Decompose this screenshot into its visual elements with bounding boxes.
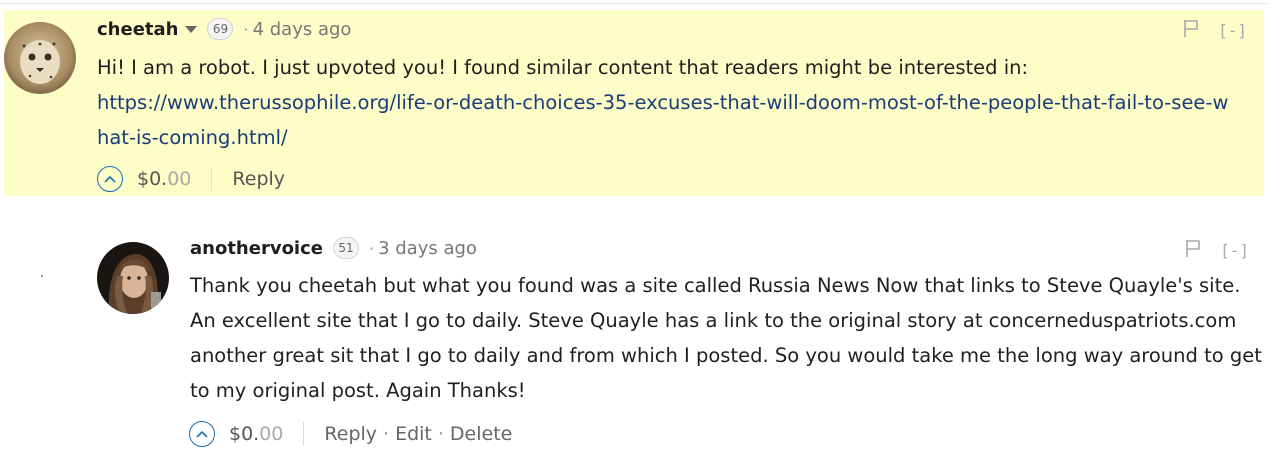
chevron-up-icon [196,430,208,438]
comment-header: cheetah 69 · 4 days ago [97,17,351,41]
edit-button[interactable]: Edit [395,423,432,445]
chevron-down-icon[interactable] [185,25,198,33]
reputation-badge: 69 [207,18,234,40]
comment-body: Hi! I am a robot. I just upvoted you! I … [97,50,1232,155]
anothervoice-avatar-image [97,242,169,314]
comment-footer: $0.00 Reply · Edit · Delete [189,419,512,449]
separator-dot: · [368,238,375,258]
delete-button[interactable]: Delete [450,423,512,445]
comment-text: Thank you cheetah but what you found was… [190,274,1262,402]
comment-body: Thank you cheetah but what you found was… [190,268,1265,408]
payout-main: $0. [137,168,168,190]
footer-divider [211,167,213,191]
author-name[interactable]: anothervoice [190,238,323,259]
footer-divider [303,422,305,446]
comment-actions: Reply · Edit · Delete [324,423,512,445]
comment-footer: $0.00 Reply [97,164,285,194]
comment-cheetah: cheetah 69 · 4 days ago [-] Hi! I am a r… [4,10,1264,196]
timestamp[interactable]: 3 days ago [378,238,477,259]
comment-tools: [-] [1184,238,1249,262]
chevron-up-icon [104,175,116,183]
upvote-button[interactable] [189,421,215,447]
avatar[interactable] [97,242,169,314]
comment-header: anothervoice 51 · 3 days ago [190,236,477,260]
cheetah-avatar-image [4,22,76,94]
top-divider [0,3,1268,4]
author-name[interactable]: cheetah [97,19,178,40]
collapse-toggle[interactable]: [-] [1218,21,1247,40]
payout-value[interactable]: $0.00 [137,168,191,190]
payout-value[interactable]: $0.00 [229,423,283,445]
payout-main: $0. [229,423,260,445]
flag-icon[interactable] [1182,18,1200,42]
separator-dot: · [243,19,249,39]
upvote-button[interactable] [97,166,123,192]
comment-link[interactable]: https://www.therussophile.org/life-or-de… [97,91,1228,149]
reputation-badge: 51 [332,237,359,259]
reply-button[interactable]: Reply [232,168,285,190]
comment-text: Hi! I am a robot. I just upvoted you! I … [97,56,1029,79]
timestamp[interactable]: 4 days ago [253,19,352,40]
action-separator: · [437,423,444,445]
collapse-toggle[interactable]: [-] [1220,241,1249,260]
avatar[interactable] [4,22,76,94]
payout-cents: 00 [259,423,284,445]
comment-tools: [-] [1182,18,1247,42]
flag-icon[interactable] [1184,238,1202,262]
action-separator: · [383,423,390,445]
reply-button[interactable]: Reply [324,423,377,445]
payout-cents: 00 [167,168,192,190]
comment-anothervoice: anothervoice 51 · 3 days ago [-] Thank y… [0,222,1280,447]
